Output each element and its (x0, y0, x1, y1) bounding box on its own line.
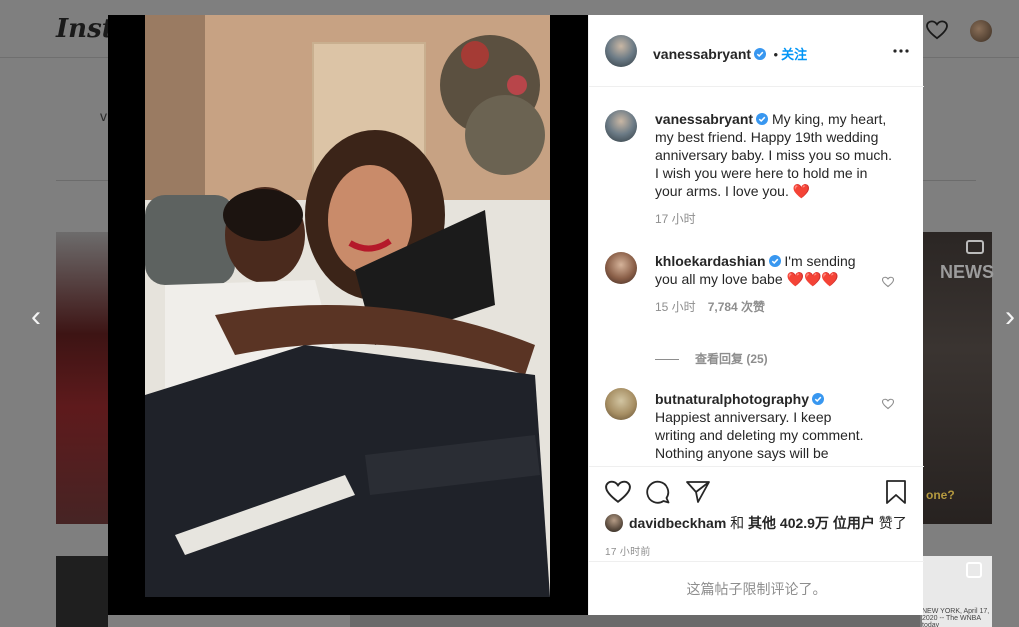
next-post-arrow-icon[interactable]: › (1000, 302, 1019, 332)
verified-badge-icon (754, 48, 767, 60)
view-replies-label: 查看回复 (25) (695, 352, 768, 366)
commenter-avatar[interactable] (605, 252, 637, 284)
like-heart-icon[interactable] (605, 479, 631, 505)
view-replies-button[interactable]: 查看回复 (25) (655, 350, 768, 367)
likes-suffix: 赞了 (878, 515, 907, 531)
heart-emoji: ❤️ (792, 183, 811, 199)
background-post-tile[interactable] (56, 232, 108, 524)
follow-button[interactable]: 关注 (781, 47, 807, 62)
comments-disabled-notice: 这篇帖子限制评论了。 (589, 561, 924, 615)
replies-divider (655, 359, 679, 361)
caption-time[interactable]: 17 小时 (655, 210, 895, 227)
verified-badge-icon (756, 113, 769, 125)
comment-like-heart-icon[interactable] (882, 398, 894, 410)
tile-badge-text: NEWS (940, 262, 994, 282)
liker-username[interactable]: davidbeckham (629, 515, 726, 531)
post-actions: davidbeckham 和 其他 402.9万 位用户 赞了 17 小时前 (589, 466, 924, 576)
previous-post-arrow-icon[interactable]: ‹ (26, 302, 46, 332)
profile-avatar[interactable] (970, 20, 992, 42)
share-paper-plane-icon[interactable] (685, 479, 711, 505)
post-modal: vanessabryant • 关注 vanessabryant My king,… (108, 15, 924, 615)
post-timestamp[interactable]: 17 小时前 (605, 543, 651, 558)
post-header: vanessabryant • 关注 (589, 15, 924, 87)
comment-username[interactable]: butnaturalphotography (655, 391, 809, 407)
comment-like-heart-icon[interactable] (882, 276, 894, 288)
comment-text: Happiest anniversary. I keep writing and… (655, 409, 864, 466)
comment-bubble-icon[interactable] (645, 479, 671, 505)
author-line: vanessabryant • 关注 (653, 44, 807, 64)
likes-connector: 和 (730, 515, 745, 531)
comment-meta: 15 小时 7,784 次赞 (655, 298, 875, 315)
carousel-icon (966, 562, 982, 578)
comment-time[interactable]: 15 小时 (655, 300, 696, 314)
save-bookmark-icon[interactable] (883, 479, 909, 505)
post-media (108, 15, 588, 615)
verified-badge-icon (768, 255, 781, 267)
comment-item: khloekardashian I'm sending you all my l… (655, 252, 875, 315)
commenter-avatar[interactable] (605, 388, 637, 420)
verified-badge-icon (812, 393, 824, 405)
comment-likes[interactable]: 7,784 次赞 (708, 300, 765, 314)
caption-text-block: vanessabryant My king, my heart, my best… (655, 110, 895, 200)
caption: vanessabryant My king, my heart, my best… (655, 110, 895, 227)
comments-list[interactable]: vanessabryant My king, my heart, my best… (589, 88, 924, 466)
activity-heart-icon[interactable] (926, 20, 948, 40)
likes-summary: davidbeckham 和 其他 402.9万 位用户 赞了 (629, 513, 907, 533)
background-text-fragment: v (100, 108, 107, 124)
comment-text-block: khloekardashian I'm sending you all my l… (655, 252, 875, 288)
separator-dot: • (773, 47, 779, 62)
liker-avatar[interactable] (605, 514, 623, 532)
author-username[interactable]: vanessabryant (653, 46, 751, 62)
caption-author-avatar[interactable] (605, 110, 637, 142)
comment-username[interactable]: khloekardashian (655, 253, 766, 269)
caption-username[interactable]: vanessabryant (655, 111, 753, 127)
tile-caption-text: NEW YORK, April 17, 2020 -- The WNBA tod… (922, 608, 990, 627)
tile-caption-text: one? (926, 488, 955, 502)
likes-others-count[interactable]: 其他 402.9万 位用户 (748, 515, 875, 531)
post-side-panel: vanessabryant • 关注 vanessabryant My king,… (588, 15, 924, 615)
video-icon (966, 240, 984, 254)
more-horizontal-icon[interactable] (893, 49, 909, 53)
comment-item: butnaturalphotography Happiest anniversa… (655, 390, 865, 466)
post-photo[interactable] (145, 15, 550, 597)
heart-emoji: ❤️❤️❤️ (786, 271, 839, 287)
comment-text-block: butnaturalphotography Happiest anniversa… (655, 390, 865, 466)
background-post-tile[interactable] (56, 556, 108, 627)
background-post-tile[interactable]: NEWS one? (922, 232, 994, 524)
photo-illustration (145, 15, 550, 597)
author-avatar[interactable] (605, 35, 637, 67)
